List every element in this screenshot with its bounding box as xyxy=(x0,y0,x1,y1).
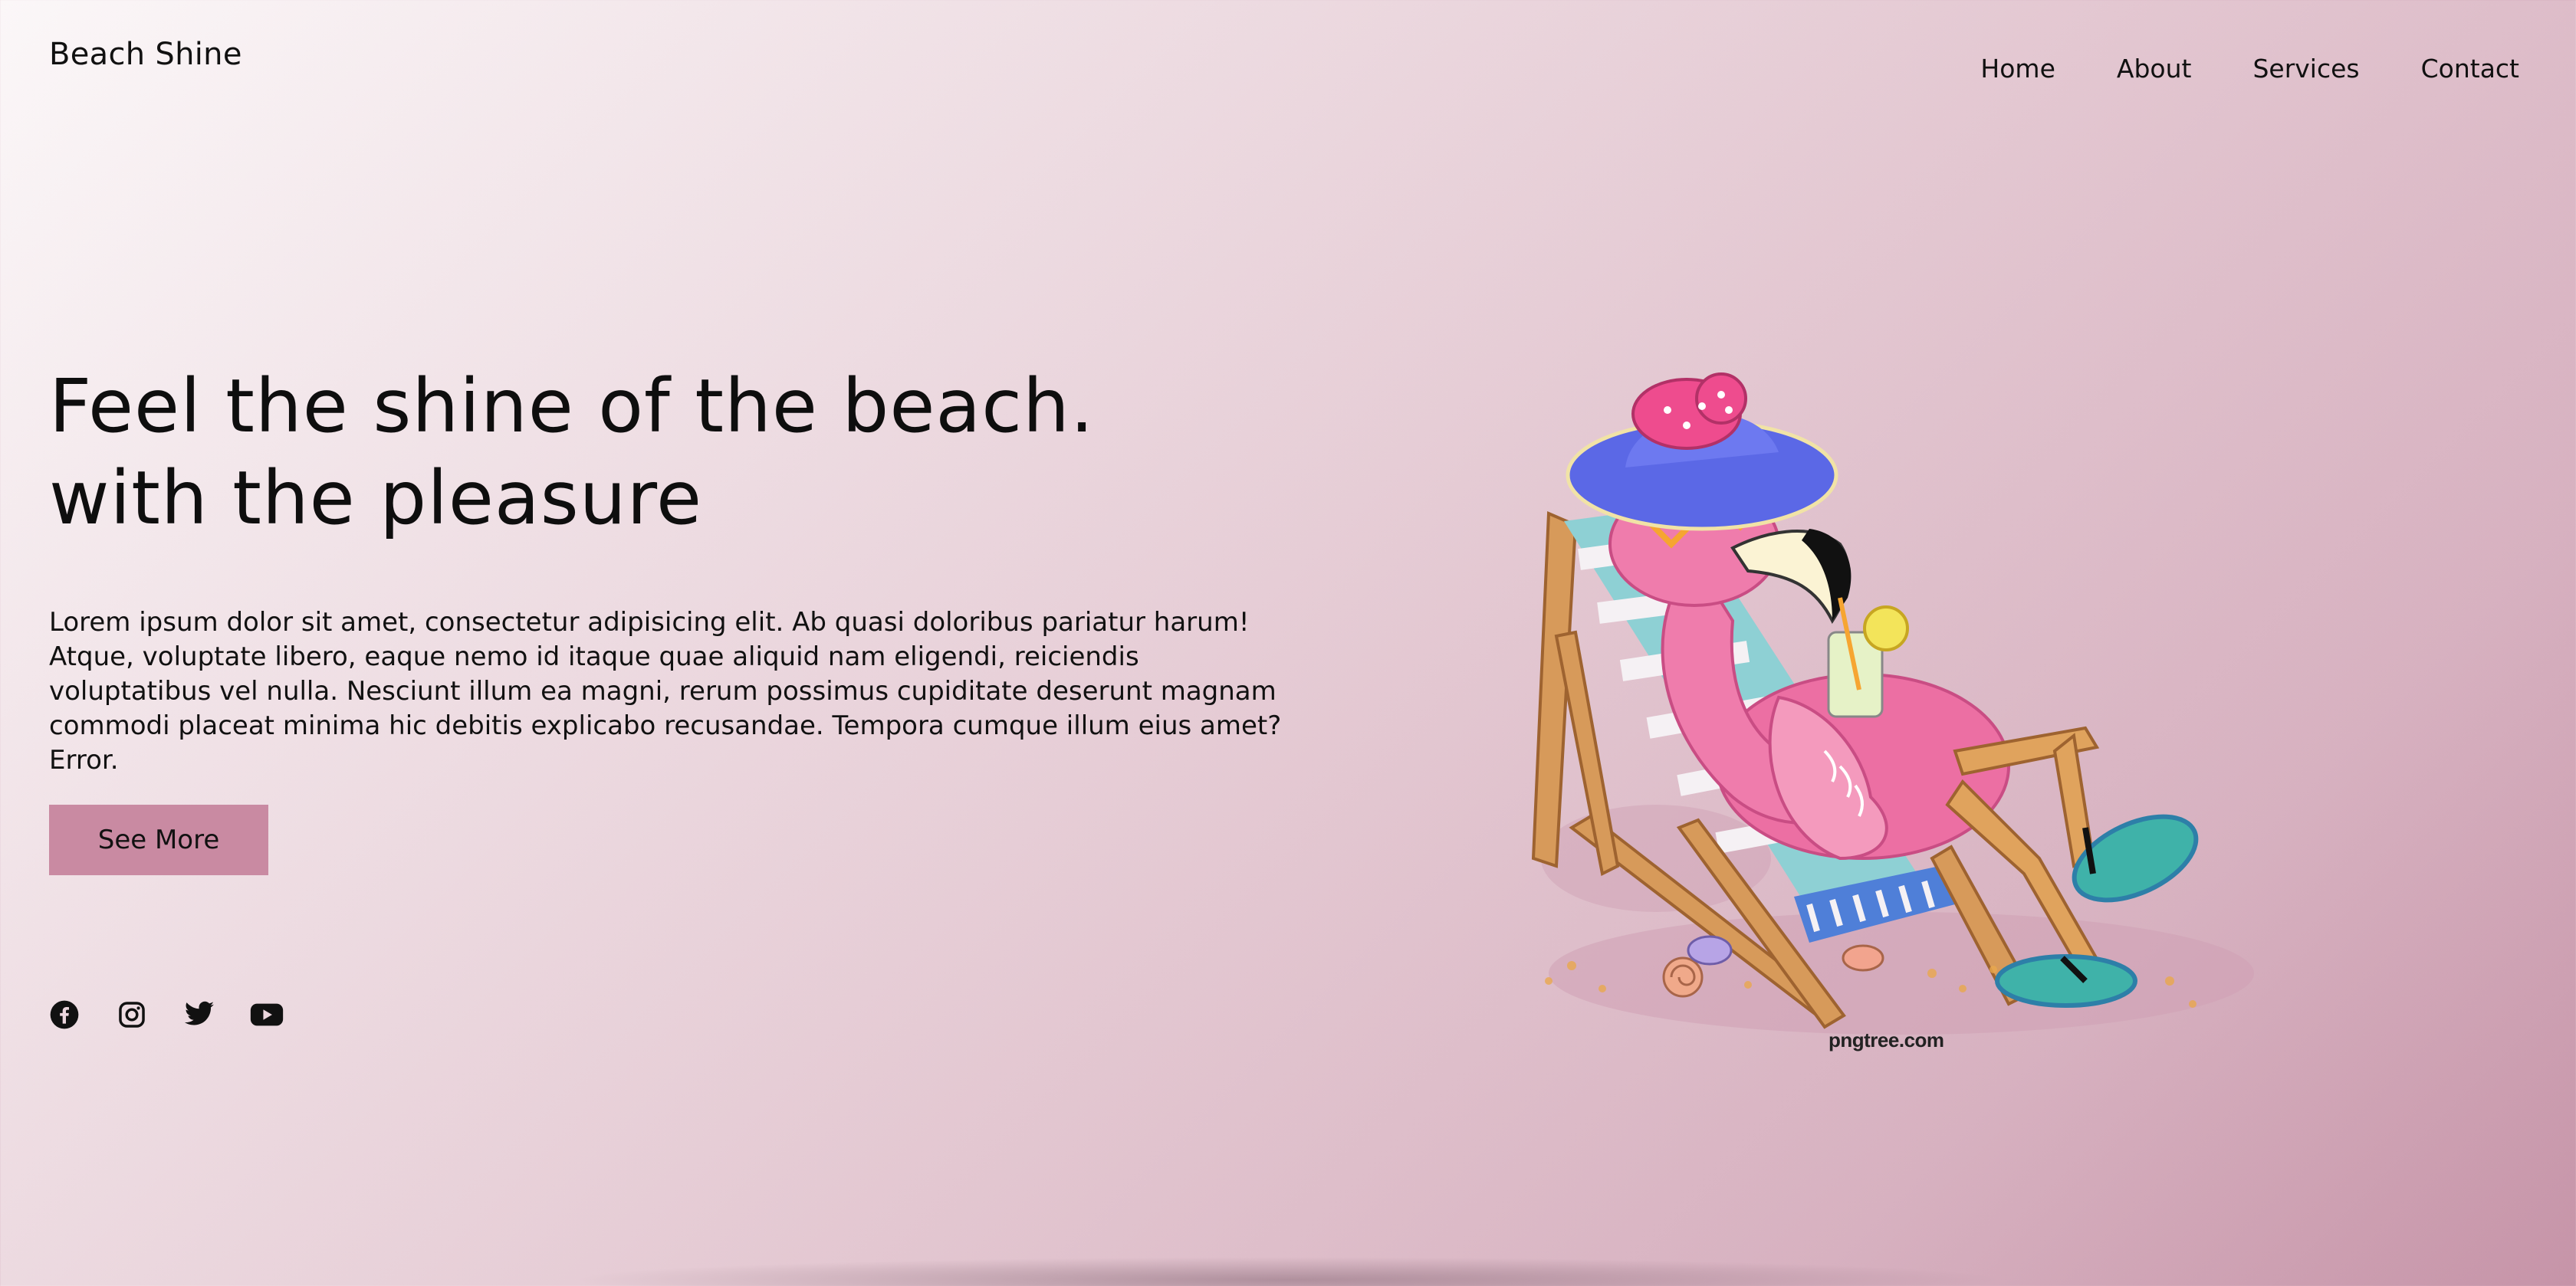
site-logo[interactable]: Beach Shine xyxy=(49,37,242,72)
bottom-shadow xyxy=(567,1257,2009,1286)
hero-paragraph: Lorem ipsum dolor sit amet, consectetur … xyxy=(49,607,1282,776)
hero-title: Feel the shine of the beach. with the pl… xyxy=(49,360,1094,544)
instagram-icon[interactable] xyxy=(115,998,149,1032)
watermark-text: pngtree.com xyxy=(1829,1028,1944,1051)
hero-title-line-2: with the pleasure xyxy=(49,455,703,541)
nav-about-link[interactable]: About xyxy=(2117,54,2192,84)
nav-services-link[interactable]: Services xyxy=(2252,54,2359,84)
youtube-icon[interactable] xyxy=(250,998,284,1032)
nav-contact-link[interactable]: Contact xyxy=(2421,54,2519,84)
social-links xyxy=(48,998,284,1032)
flamingo-beach-chair-illustration xyxy=(1531,372,2254,1035)
see-more-button[interactable]: See More xyxy=(49,805,268,875)
facebook-icon[interactable] xyxy=(48,998,81,1032)
main-nav: Home About Services Contact xyxy=(1980,54,2519,84)
nav-home-link[interactable]: Home xyxy=(1980,54,2055,84)
hero-title-line-1: Feel the shine of the beach. xyxy=(49,363,1095,449)
twitter-icon[interactable] xyxy=(182,998,216,1032)
